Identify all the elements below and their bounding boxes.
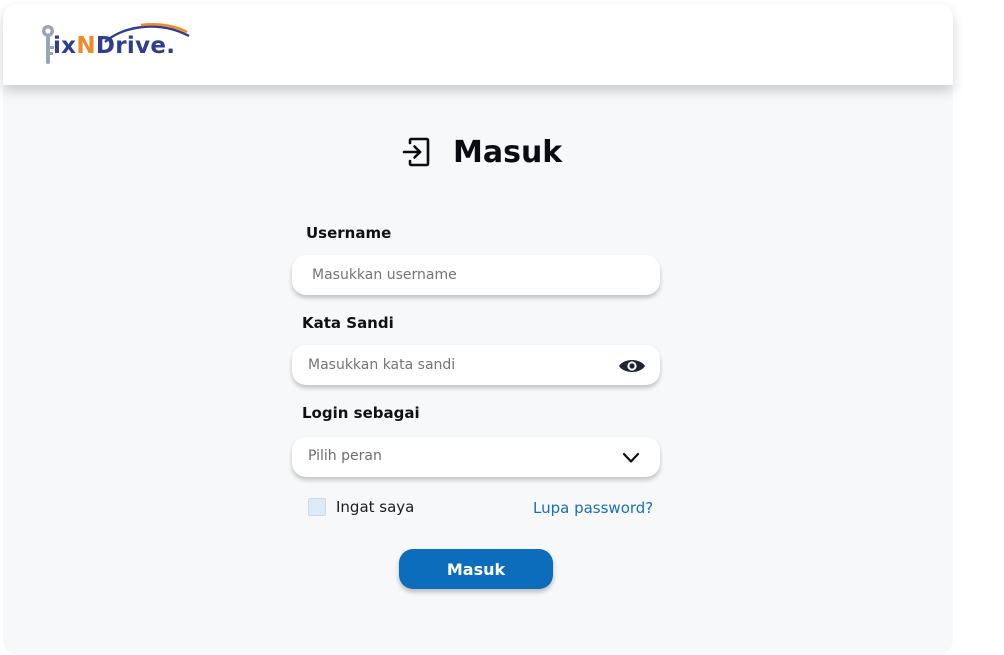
username-input[interactable] <box>292 255 660 295</box>
remember-me[interactable]: Ingat saya <box>308 498 414 516</box>
remember-checkbox[interactable] <box>308 498 326 516</box>
chevron-down-icon <box>622 452 640 463</box>
password-field[interactable] <box>292 345 660 385</box>
logo-wordmark: ixNDrive. <box>53 33 175 59</box>
page-heading: Masuk <box>401 130 562 174</box>
fixndrive-logo[interactable]: ixNDrive. <box>41 22 201 68</box>
logo-accent: N <box>76 33 96 59</box>
username-label: Username <box>306 224 392 242</box>
role-label: Login sebagai <box>302 404 420 422</box>
role-select[interactable]: Pilih peran <box>292 437 660 477</box>
forgot-password-link[interactable]: Lupa password? <box>533 499 653 517</box>
login-button[interactable]: Masuk <box>399 549 553 589</box>
logo-suffix: Drive. <box>95 33 176 59</box>
username-field[interactable] <box>292 255 660 295</box>
logo-prefix: ix <box>53 33 77 59</box>
login-icon <box>402 137 430 167</box>
role-select-value: Pilih peran <box>308 448 382 464</box>
password-label: Kata Sandi <box>302 314 394 332</box>
remember-label: Ingat saya <box>336 498 415 516</box>
eye-icon[interactable] <box>618 357 646 375</box>
page-frame: ixNDrive. Masuk Username Kata Sandi Logi… <box>3 4 953 654</box>
password-input[interactable] <box>292 345 660 385</box>
page-title: Masuk <box>453 134 563 170</box>
top-header: ixNDrive. <box>3 4 953 85</box>
